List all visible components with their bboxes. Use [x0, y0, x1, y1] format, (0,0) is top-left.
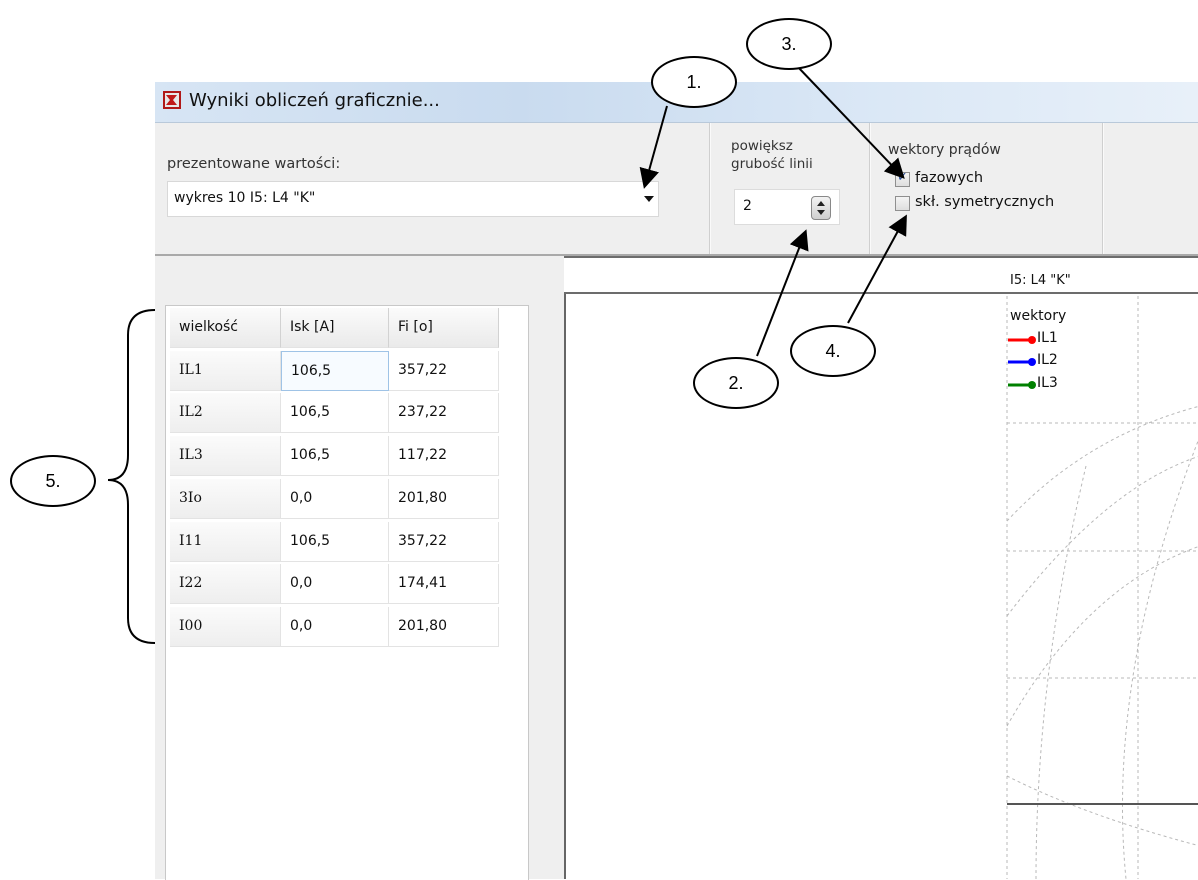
- column-header-fi[interactable]: Fi [o]: [389, 308, 499, 348]
- legend-item-il1: IL1: [1008, 330, 1088, 350]
- table-cell[interactable]: 106,5: [281, 522, 389, 562]
- table-cell[interactable]: 357,22: [389, 522, 499, 562]
- values-grid: wielkość Isk [A] Fi [o] IL1 106,5 357,22…: [165, 305, 529, 880]
- phase-checkbox-label: fazowych: [915, 170, 984, 186]
- line-width-label-1: powiększ: [731, 138, 793, 154]
- toolbar-separator: [709, 123, 711, 254]
- chevron-down-icon[interactable]: [644, 196, 654, 202]
- table-cell[interactable]: 237,22: [389, 393, 499, 433]
- column-header-isk[interactable]: Isk [A]: [281, 308, 389, 348]
- chart-title: I5: L4 "K": [1010, 273, 1071, 288]
- toolbar-separator: [1102, 123, 1104, 254]
- legend-swatch: [1008, 336, 1036, 344]
- column-header-quantity[interactable]: wielkość: [170, 308, 281, 348]
- chart-title-bar: I5: L4 "K": [564, 256, 1198, 294]
- legend-label: IL2: [1037, 352, 1058, 368]
- callout-5-brace: [107, 309, 156, 644]
- legend-swatch: [1008, 381, 1036, 389]
- symmetric-checkbox[interactable]: [895, 196, 910, 211]
- callout-5: 5.: [10, 455, 96, 507]
- legend-item-il2: IL2: [1008, 352, 1088, 372]
- table-cell[interactable]: 0,0: [281, 479, 389, 519]
- line-width-value: 2: [743, 198, 752, 214]
- line-width-label-2: grubość linii: [731, 156, 813, 172]
- legend-swatch: [1008, 358, 1036, 366]
- callout-2: 2.: [693, 357, 779, 409]
- row-header[interactable]: I22: [170, 564, 281, 604]
- presented-values-combo[interactable]: wykres 10 I5: L4 "K": [167, 181, 659, 217]
- combo-value: wykres 10 I5: L4 "K": [174, 190, 316, 206]
- presented-values-label: prezentowane wartości:: [167, 156, 341, 172]
- row-header[interactable]: IL3: [170, 436, 281, 476]
- window-title: Wyniki obliczeń graficznie...: [189, 90, 440, 111]
- check-icon: ✓: [897, 170, 908, 185]
- row-header[interactable]: IL1: [170, 351, 281, 391]
- callout-3: 3.: [746, 18, 832, 70]
- table-cell[interactable]: 174,41: [389, 564, 499, 604]
- vector-chart-panel: [564, 256, 1198, 879]
- row-header[interactable]: I11: [170, 522, 281, 562]
- table-cell[interactable]: 106,5: [281, 351, 389, 391]
- toolbar: prezentowane wartości: wykres 10 I5: L4 …: [155, 123, 1198, 256]
- phase-checkbox[interactable]: ✓: [895, 170, 910, 187]
- table-cell[interactable]: 357,22: [389, 351, 499, 391]
- toolbar-separator: [869, 123, 871, 254]
- table-cell[interactable]: 201,80: [389, 479, 499, 519]
- legend-label: IL3: [1037, 375, 1058, 391]
- table-cell[interactable]: 106,5: [281, 436, 389, 476]
- legend-title: wektory: [1010, 308, 1067, 324]
- table-cell[interactable]: 0,0: [281, 607, 389, 647]
- table-cell[interactable]: 0,0: [281, 564, 389, 604]
- app-icon: [163, 91, 181, 109]
- legend-item-il3: IL3: [1008, 375, 1088, 395]
- table-cell[interactable]: 106,5: [281, 393, 389, 433]
- symmetric-checkbox-label: skł. symetrycznych: [915, 194, 1055, 210]
- splitter[interactable]: [540, 256, 564, 879]
- callout-4: 4.: [790, 325, 876, 377]
- callout-1: 1.: [651, 56, 737, 108]
- row-header[interactable]: 3Io: [170, 479, 281, 519]
- spin-arrows-icon[interactable]: [811, 196, 831, 220]
- table-cell[interactable]: 201,80: [389, 607, 499, 647]
- row-header[interactable]: IL2: [170, 393, 281, 433]
- table-cell[interactable]: 117,22: [389, 436, 499, 476]
- legend-label: IL1: [1037, 330, 1058, 346]
- row-header[interactable]: I00: [170, 607, 281, 647]
- line-width-spinner[interactable]: 2: [734, 189, 840, 225]
- current-vectors-label: wektory prądów: [888, 142, 1001, 158]
- vector-chart-grid: [1006, 296, 1198, 879]
